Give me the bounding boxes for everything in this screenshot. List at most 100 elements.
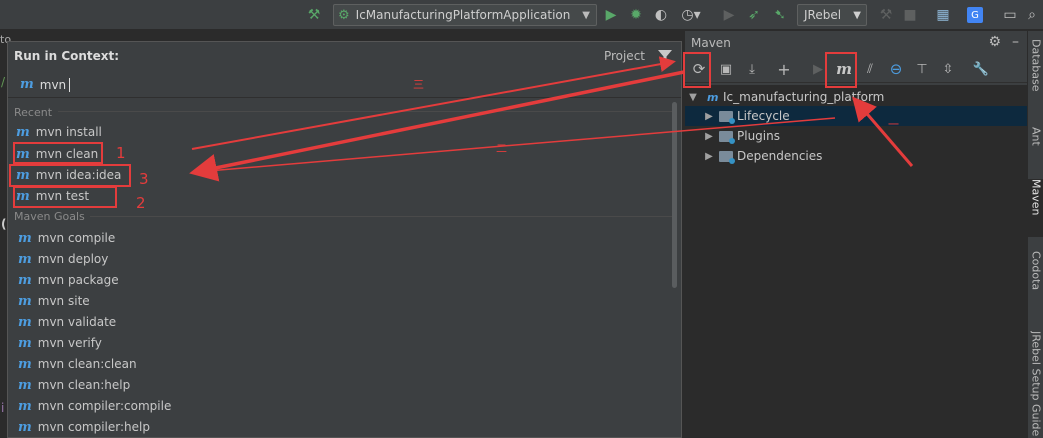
scrollbar[interactable]: [672, 102, 677, 288]
annotation-mark: 三: [413, 78, 424, 91]
list-item[interactable]: m mvn install: [16, 122, 102, 142]
search-input[interactable]: m mvn: [8, 72, 681, 98]
generate-sources-icon[interactable]: ▣: [715, 59, 737, 79]
run-config-select[interactable]: ⚙ IcManufacturingPlatformApplication ▼: [333, 4, 597, 26]
tab-jrebel-setup-guide[interactable]: JRebel Setup Guide: [1028, 331, 1043, 438]
run-config-label: IcManufacturingPlatformApplication: [355, 8, 571, 22]
filter-icon[interactable]: [657, 48, 673, 64]
list-item[interactable]: m mvn clean:clean: [18, 354, 137, 374]
annotation-number: 1: [116, 144, 126, 162]
search-value: mvn: [39, 77, 67, 92]
stop-icon-disabled[interactable]: ▶: [721, 5, 737, 25]
editor-gutter-char: (: [1, 217, 7, 231]
maven-icon: m: [16, 124, 30, 140]
maven-icon: m: [18, 251, 32, 267]
folder-icon: [719, 150, 735, 164]
recent-header: Recent: [14, 106, 53, 119]
minimize-icon[interactable]: –: [1012, 34, 1019, 50]
expand-arrow-icon[interactable]: ▼: [687, 92, 699, 103]
collapse-all-icon[interactable]: ⇳: [937, 59, 959, 79]
list-item[interactable]: m mvn compile: [18, 228, 115, 248]
add-icon[interactable]: +: [773, 59, 795, 79]
toggle-offline-icon[interactable]: ⫽: [859, 59, 881, 79]
debug-icon[interactable]: ✹: [626, 5, 646, 25]
maven-icon: m: [18, 314, 32, 330]
list-item[interactable]: m mvn deploy: [18, 249, 108, 269]
right-sidebar: Database Ant Maven Codota JRebel Setup G…: [1027, 31, 1043, 438]
annotation-box-mvn-clean: [13, 142, 103, 164]
list-item[interactable]: m mvn verify: [18, 333, 102, 353]
annotation-mark: 一: [888, 118, 899, 131]
tree-root[interactable]: ▼ m Ic_manufacturing_platform: [685, 87, 1028, 107]
tree-node-dependencies[interactable]: ▶ Dependencies: [685, 146, 1028, 166]
maven-icon: m: [18, 377, 32, 393]
annotation-box-execute-goal: [825, 52, 857, 88]
list-item[interactable]: m mvn site: [18, 291, 90, 311]
settings-wrench-icon[interactable]: 🔧: [970, 59, 992, 79]
coverage-icon[interactable]: ◐: [651, 5, 671, 25]
annotation-number: 3: [139, 170, 149, 188]
project-structure-icon[interactable]: ▦: [933, 5, 953, 25]
maven-icon: m: [18, 419, 32, 435]
tree-root-label: Ic_manufacturing_platform: [723, 90, 885, 104]
divider: [90, 216, 673, 217]
tab-codota[interactable]: Codota: [1028, 251, 1043, 311]
maven-icon: m: [18, 293, 32, 309]
annotation-box-mvn-test: [13, 186, 117, 208]
maven-project-tree: ▼ m Ic_manufacturing_platform ▶ Lifecycl…: [685, 85, 1028, 438]
divider: [58, 111, 673, 112]
expand-arrow-icon[interactable]: ▶: [703, 111, 715, 122]
folder-icon: [719, 110, 735, 124]
run-icon[interactable]: ▶: [601, 5, 621, 25]
profile-icon[interactable]: ◷▾: [677, 5, 705, 25]
maven-title: Maven: [691, 36, 731, 50]
annotation-mark: 二: [496, 142, 507, 155]
list-item[interactable]: m mvn package: [18, 270, 119, 290]
list-item[interactable]: m mvn compiler:help: [18, 417, 150, 437]
run-config-icon: ⚙: [338, 7, 350, 23]
tab-database[interactable]: Database: [1028, 39, 1043, 109]
editor-gutter-char: /: [1, 75, 6, 89]
translate-icon[interactable]: G: [965, 5, 985, 25]
run-in-context-popup: Run in Context: Project m mvn Recent m mv…: [7, 41, 682, 438]
popup-title: Run in Context:: [14, 49, 120, 63]
maven-icon: m: [18, 335, 32, 351]
maven-goals-header: Maven Goals: [14, 210, 85, 223]
tree-node-plugins[interactable]: ▶ Plugins: [685, 126, 1028, 146]
main-toolbar: ⚒ ⚙ IcManufacturingPlatformApplication ▼…: [0, 0, 1043, 30]
build-disabled-icon[interactable]: ⚒: [876, 5, 896, 25]
scope-select[interactable]: Project: [604, 49, 645, 63]
list-item[interactable]: m mvn clean:help: [18, 375, 130, 395]
skip-tests-icon[interactable]: ⊖: [885, 59, 907, 79]
maven-tool-window: Maven ⚙ – ⟳ ▣ ⤓ + ▶ m ⫽ ⊖ ⊤ ⇳ 🔧 ▼ m Ic_m…: [684, 31, 1028, 438]
stop-icon[interactable]: ■: [900, 5, 920, 25]
tree-node-lifecycle[interactable]: ▶ Lifecycle: [685, 106, 1028, 126]
expand-arrow-icon[interactable]: ▶: [703, 131, 715, 142]
search-icon[interactable]: ⌕: [1022, 5, 1042, 25]
maven-icon: m: [18, 272, 32, 288]
tab-maven[interactable]: Maven: [1028, 179, 1043, 237]
maven-icon: m: [18, 356, 32, 372]
maven-icon: m: [18, 398, 32, 414]
jrebel-debug-icon[interactable]: ➷: [770, 5, 790, 25]
folder-icon: [719, 130, 735, 144]
chevron-down-icon: ▼: [582, 9, 590, 21]
jrebel-select[interactable]: JRebel ▼: [797, 4, 867, 26]
chevron-down-icon: ▼: [853, 9, 861, 21]
jrebel-run-icon[interactable]: ➶: [744, 5, 764, 25]
gear-icon[interactable]: ⚙: [988, 34, 1001, 50]
tab-ant[interactable]: Ant: [1028, 127, 1043, 167]
hammer-icon[interactable]: ⚒: [304, 5, 324, 25]
list-item[interactable]: m mvn compiler:compile: [18, 396, 171, 416]
annotation-number: 2: [136, 194, 146, 212]
maven-icon: m: [18, 230, 32, 246]
editor-gutter-char: i: [1, 401, 5, 415]
terminal-icon[interactable]: ▭: [1000, 5, 1020, 25]
list-item[interactable]: m mvn validate: [18, 312, 116, 332]
download-icon[interactable]: ⤓: [741, 59, 763, 79]
expand-arrow-icon[interactable]: ▶: [703, 151, 715, 162]
text-cursor: [69, 77, 71, 92]
maven-icon: m: [20, 77, 34, 92]
show-dependencies-icon[interactable]: ⊤: [911, 59, 933, 79]
jrebel-label: JRebel: [804, 8, 842, 22]
